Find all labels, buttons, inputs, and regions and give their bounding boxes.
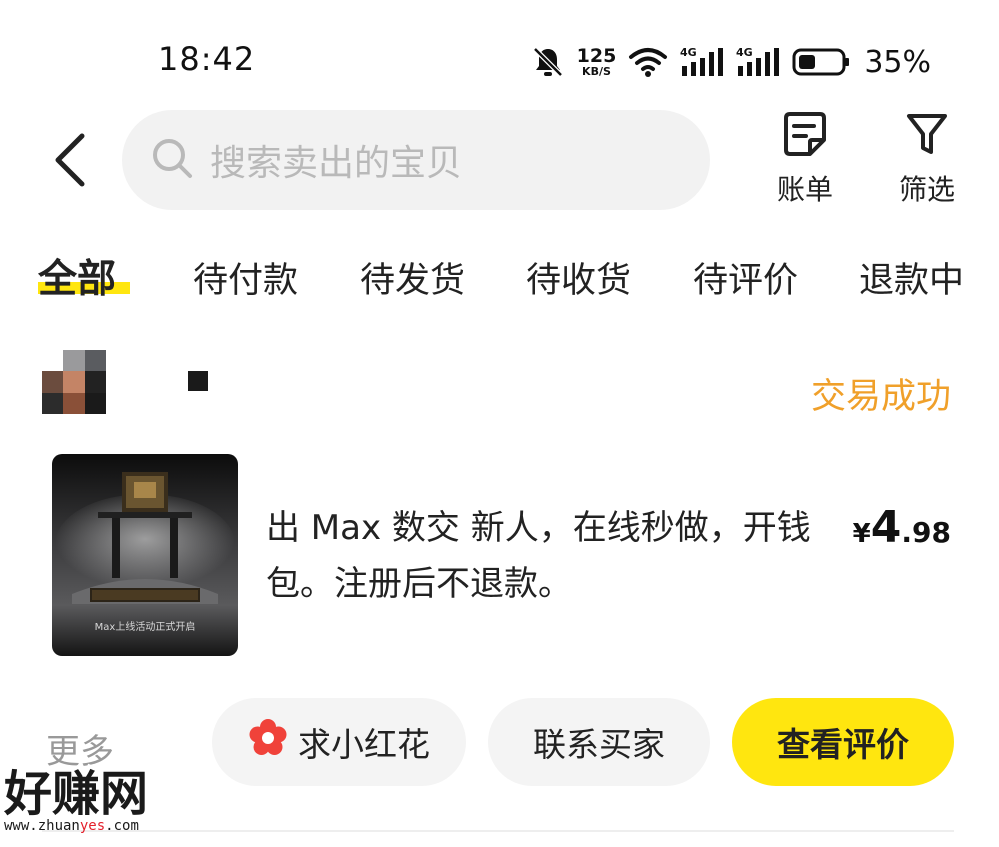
bill-icon — [782, 110, 828, 162]
tab-refunding[interactable]: 退款中 — [859, 252, 964, 303]
tab-pending-payment[interactable]: 待付款 — [193, 252, 298, 303]
header: 搜索卖出的宝贝 账单 筛选 — [0, 108, 999, 218]
back-button[interactable] — [44, 130, 96, 190]
clock: 18:42 — [158, 40, 256, 78]
flower-icon — [248, 718, 288, 766]
price: ¥4.98 — [853, 502, 951, 553]
product-title[interactable]: 出 Max 数交 新人，在线秒做，开钱包。注册后不退款。 — [266, 500, 826, 612]
svg-text:好赚网: 好赚网 — [3, 766, 148, 822]
order-status: 交易成功 — [810, 377, 951, 417]
tab-pending-review[interactable]: 待评价 — [693, 252, 798, 303]
tab-pending-shipment[interactable]: 待发货 — [360, 252, 465, 303]
battery-icon — [792, 47, 850, 77]
ask-flower-label: 求小红花 — [298, 725, 430, 764]
price-decimal: .98 — [901, 516, 951, 549]
watermark-logo: 好赚网 好赚网 www.zhuanyes.com — [0, 760, 192, 836]
net-speed-indicator: 125 KB/S — [576, 45, 617, 78]
search-input[interactable]: 搜索卖出的宝贝 — [122, 110, 710, 210]
tab-all[interactable]: 全部 — [38, 248, 130, 304]
svg-text:4G: 4G — [680, 46, 697, 59]
order-tabs: 全部 待付款 待发货 待收货 待评价 退款中 — [0, 240, 999, 320]
view-review-button[interactable]: 查看评价 — [732, 698, 954, 786]
status-icons: 125 KB/S 4G 4G 35% — [531, 42, 931, 82]
signal-4g-icon: 4G — [736, 46, 780, 78]
back-arrow-icon — [55, 133, 85, 187]
price-integer: 4 — [870, 502, 902, 553]
ask-flower-button[interactable]: 求小红花 — [212, 698, 466, 786]
filter-icon — [905, 110, 949, 162]
bill-button[interactable]: 账单 — [760, 110, 850, 218]
buyer-name-redacted[interactable] — [188, 371, 208, 391]
battery-percent: 35% — [864, 44, 931, 80]
status-bar: 18:42 125 KB/S 4G 4G 35% — [0, 0, 999, 110]
filter-button[interactable]: 筛选 — [882, 110, 972, 218]
contact-buyer-label: 联系买家 — [533, 725, 665, 764]
buyer-avatar[interactable] — [42, 350, 106, 414]
view-review-label: 查看评价 — [777, 725, 909, 764]
svg-text:Max上线活动正式开启: Max上线活动正式开启 — [95, 620, 196, 633]
contact-buyer-button[interactable]: 联系买家 — [488, 698, 710, 786]
tab-pending-receipt[interactable]: 待收货 — [526, 252, 631, 303]
product-image: Max上线活动正式开启 — [52, 454, 238, 656]
svg-text:4G: 4G — [736, 46, 753, 59]
filter-label: 筛选 — [898, 173, 955, 206]
wifi-icon — [628, 46, 668, 78]
product-thumbnail[interactable]: Max上线活动正式开启 — [52, 454, 238, 656]
mute-bell-icon — [531, 45, 565, 79]
search-placeholder: 搜索卖出的宝贝 — [210, 143, 463, 184]
search-icon — [150, 136, 194, 184]
svg-text:www.zhuanyes.com: www.zhuanyes.com — [4, 818, 139, 834]
price-currency: ¥ — [852, 519, 871, 549]
signal-4g-icon: 4G — [680, 46, 724, 78]
bill-label: 账单 — [776, 173, 833, 206]
